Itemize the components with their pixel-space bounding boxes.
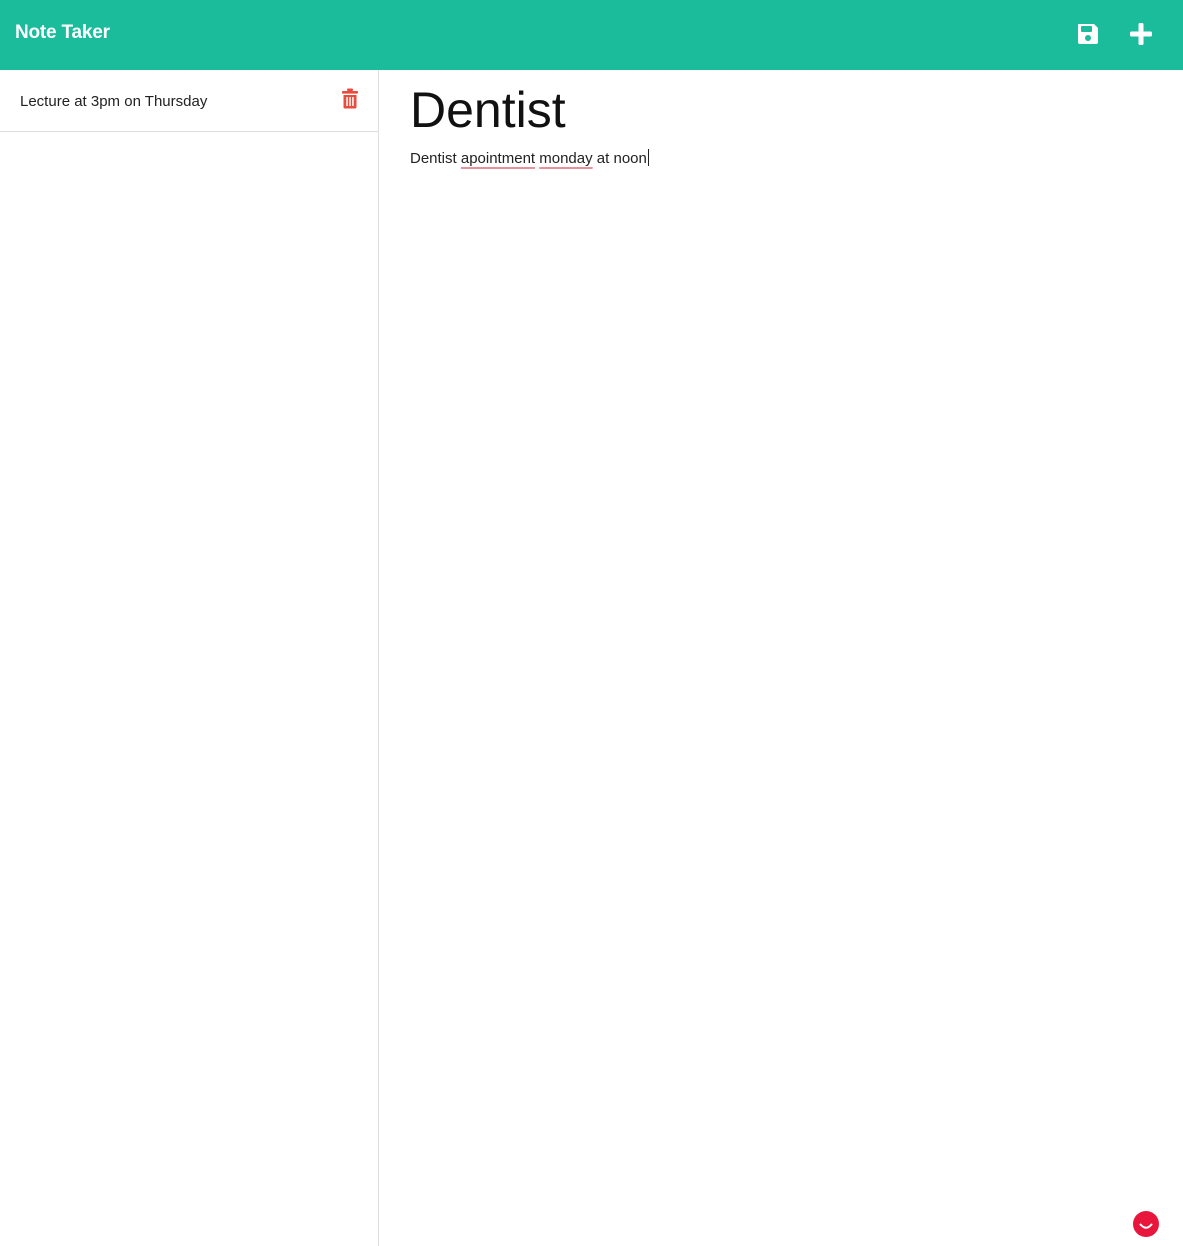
note-list: Lecture at 3pm on Thursday bbox=[0, 70, 379, 1246]
note-textarea[interactable]: Dentist apointment monday at noon bbox=[410, 148, 1150, 1208]
misspelled-word: monday bbox=[539, 150, 593, 167]
text-caret bbox=[647, 149, 649, 166]
app-title[interactable]: Note Taker bbox=[15, 22, 110, 44]
navbar: Note Taker bbox=[0, 0, 1183, 70]
note-list-item[interactable]: Lecture at 3pm on Thursday bbox=[0, 70, 378, 132]
note-text-word: Dentist bbox=[410, 150, 457, 167]
note-list-item-title[interactable]: Lecture at 3pm on Thursday bbox=[20, 93, 207, 110]
note-text-word: at noon bbox=[596, 150, 647, 167]
save-icon[interactable] bbox=[1075, 21, 1101, 47]
note-title-input[interactable] bbox=[410, 80, 1150, 140]
trash-icon[interactable] bbox=[341, 88, 359, 109]
plus-icon[interactable] bbox=[1128, 21, 1154, 47]
smile-chat-icon[interactable] bbox=[1133, 1211, 1159, 1237]
misspelled-word: apointment bbox=[460, 150, 536, 167]
